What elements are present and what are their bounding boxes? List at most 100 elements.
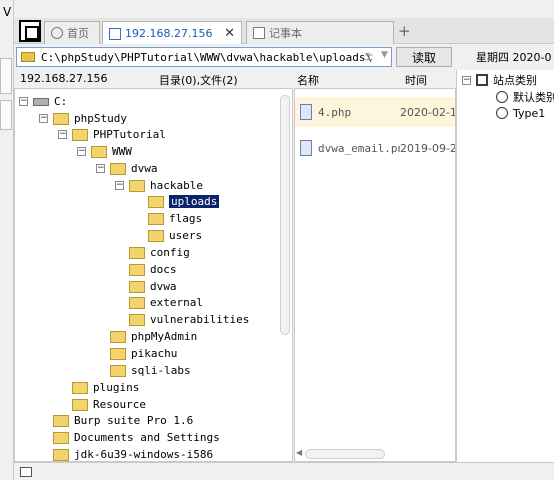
tree-node-resource[interactable]: Resource <box>72 396 146 413</box>
file-row[interactable]: dvwa_email.png 2019-09-2 <box>295 133 455 163</box>
category-item-type1[interactable]: Type1 <box>496 105 545 121</box>
category-icon <box>476 74 488 86</box>
category-panel: − 站点类别 默认类别 Type1 <box>456 70 554 462</box>
image-file-icon <box>300 140 312 156</box>
folder-icon <box>53 414 69 427</box>
category-title: 站点类别 <box>493 74 537 87</box>
folder-icon <box>72 381 88 394</box>
tree-node-label-selected: uploads <box>167 194 221 209</box>
new-tab-icon[interactable]: + <box>398 22 411 40</box>
tab-home-label: 首页 <box>67 27 89 40</box>
background-window-control-2 <box>0 100 12 130</box>
folder-icon <box>129 246 145 259</box>
collapse-icon[interactable]: − <box>19 97 28 106</box>
file-row[interactable]: 4.php 2020-02-1 <box>295 97 455 127</box>
tree-node-label: Resource <box>93 398 146 411</box>
collapse-icon[interactable]: − <box>77 147 86 156</box>
tree-node-label: jdk-6u39-windows-i586 <box>74 448 214 461</box>
tree-node-phptutorial[interactable]: − PHPTutorial <box>58 126 166 143</box>
tab-home[interactable]: 首页 <box>44 21 100 44</box>
app-logo-icon <box>19 20 41 42</box>
folder-icon <box>148 212 164 225</box>
tab-bar: 首页 192.168.27.156 ✕ 记事本 + <box>14 18 554 45</box>
tree-node-label: phpStudy <box>74 112 127 125</box>
scroll-left-icon[interactable]: ◀ <box>296 448 302 457</box>
tree-node-sqli-labs[interactable]: sqli-labs <box>110 362 191 379</box>
folder-icon <box>72 128 88 141</box>
php-file-icon <box>300 104 312 120</box>
tree-node-pikachu[interactable]: pikachu <box>110 345 177 362</box>
tree-node-label: C: <box>54 95 68 108</box>
collapse-icon[interactable]: − <box>462 75 471 85</box>
folder-icon <box>110 347 126 360</box>
tree-node-phpstudy[interactable]: − phpStudy <box>39 110 127 127</box>
tree-node-uploads[interactable]: uploads <box>148 193 221 210</box>
background-window-letter: V <box>3 5 12 19</box>
folder-icon <box>72 398 88 411</box>
tree-node-users[interactable]: users <box>148 227 202 244</box>
tree-node-www[interactable]: − WWW <box>77 143 132 160</box>
chevron-down-icon[interactable]: ▼ <box>381 50 388 60</box>
tree-node-label: docs <box>150 263 177 276</box>
tree-node-phpmyadmin[interactable]: phpMyAdmin <box>110 328 197 345</box>
column-header-time[interactable]: 时间 <box>405 72 427 88</box>
tree-node-docs[interactable]: docs <box>129 261 177 278</box>
collapse-icon[interactable]: − <box>96 164 105 173</box>
tree-node-drive-c[interactable]: − C: <box>19 93 67 110</box>
status-bar <box>14 462 554 480</box>
tree-node-dvwa[interactable]: − dvwa <box>96 160 158 177</box>
category-item-label: 默认类别 <box>513 91 554 104</box>
tree-node-documents-and-settings[interactable]: Documents and Settings <box>53 429 220 446</box>
status-window-icon <box>20 467 32 477</box>
folder-icon <box>148 229 164 242</box>
path-input[interactable]: C:\phpStudy\PHPTutorial\WWW\dvwa\hackabl… <box>16 47 392 67</box>
folder-icon <box>53 431 69 444</box>
tree-node-label: PHPTutorial <box>93 128 166 141</box>
background-window-control <box>0 58 12 94</box>
tree-node-label: Burp suite Pro 1.6 <box>74 414 194 427</box>
tree-node-external[interactable]: external <box>129 294 203 311</box>
collapse-icon[interactable]: − <box>115 181 124 190</box>
tree-node-label: plugins <box>93 381 140 394</box>
path-toggle-icon[interactable]: ± <box>364 49 374 63</box>
close-tab-icon[interactable]: ✕ <box>224 26 235 41</box>
column-header-name[interactable]: 名称 <box>297 72 319 88</box>
tree-node-burp-suite[interactable]: Burp suite Pro 1.6 <box>53 412 193 429</box>
horizontal-scrollbar[interactable] <box>305 449 385 459</box>
folder-icon <box>21 52 35 62</box>
tree-node-label: Documents and Settings <box>74 431 220 444</box>
tree-node-plugins[interactable]: plugins <box>72 379 139 396</box>
folder-icon <box>129 179 145 192</box>
tree-node-jdk[interactable]: jdk-6u39-windows-i586 <box>53 446 214 461</box>
folder-icon <box>110 162 126 175</box>
tab-remote-host[interactable]: 192.168.27.156 ✕ <box>102 21 242 45</box>
tree-node-label: external <box>150 296 203 309</box>
tree-node-label: hackable <box>150 179 203 192</box>
tree-scrollbar[interactable] <box>280 95 290 335</box>
folder-icon <box>129 263 145 276</box>
directory-count: 目录(0),文件(2) <box>159 74 238 87</box>
tree-node-label: users <box>169 229 203 242</box>
category-root[interactable]: − 站点类别 <box>462 72 537 88</box>
tree-node-label: WWW <box>112 145 132 158</box>
tree-node-label: vulnerabilities <box>150 313 250 326</box>
collapse-icon[interactable]: − <box>58 130 67 139</box>
directory-tree: − C: − phpStudy − PHPTutorial − WWW − dv… <box>14 88 293 462</box>
tree-node-label: flags <box>169 212 203 225</box>
globe-icon <box>51 27 63 39</box>
tree-node-dvwa-sub[interactable]: dvwa <box>129 278 177 295</box>
folder-icon <box>110 364 126 377</box>
tab-notepad-label: 记事本 <box>269 27 302 40</box>
category-item-label: Type1 <box>513 106 546 120</box>
tree-node-label: dvwa <box>150 280 177 293</box>
tree-node-vulnerabilities[interactable]: vulnerabilities <box>129 311 249 328</box>
collapse-icon[interactable]: − <box>39 114 48 123</box>
read-button[interactable]: 读取 <box>396 47 452 67</box>
tab-notepad[interactable]: 记事本 <box>246 21 394 44</box>
tree-node-hackable[interactable]: − hackable <box>115 177 203 194</box>
page-icon <box>109 27 121 40</box>
tree-node-config[interactable]: config <box>129 244 190 261</box>
tree-node-flags[interactable]: flags <box>148 210 202 227</box>
path-text: C:\phpStudy\PHPTutorial\WWW\dvwa\hackabl… <box>41 50 373 64</box>
category-item-default[interactable]: 默认类别 <box>496 89 554 105</box>
